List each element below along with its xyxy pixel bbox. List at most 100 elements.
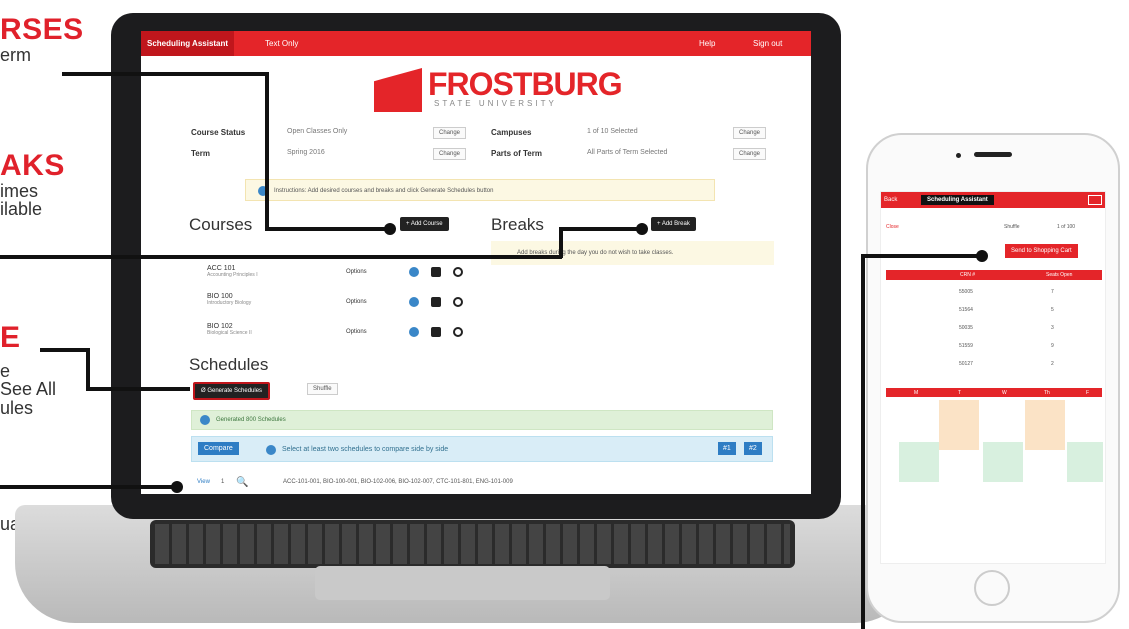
menu-icon[interactable] xyxy=(1088,195,1102,205)
remove-icon[interactable] xyxy=(453,327,463,337)
callout-dot xyxy=(384,223,396,235)
app-title[interactable]: Scheduling Assistant xyxy=(141,31,235,56)
callout-line xyxy=(0,255,562,259)
course-code: BIO 102 xyxy=(207,323,233,330)
schedule-2-button[interactable]: #2 xyxy=(744,442,762,455)
course-code: BIO 100 xyxy=(207,293,233,300)
crn-cell: 51559 xyxy=(959,343,973,349)
options-button[interactable]: Options xyxy=(346,299,367,305)
sign-out-link[interactable]: Sign out xyxy=(753,39,782,48)
lock-icon[interactable] xyxy=(431,297,441,307)
course-row[interactable]: ACC 101 Accounting Principles I xyxy=(207,265,258,278)
callout-dot xyxy=(636,223,648,235)
seats-cell: 2 xyxy=(1051,361,1054,367)
term-value: Spring 2016 xyxy=(287,149,325,156)
phone-home-button[interactable] xyxy=(974,570,1010,606)
seats-cell: 7 xyxy=(1051,289,1054,295)
options-button[interactable]: Options xyxy=(346,329,367,335)
promo-generate-text-3: ules xyxy=(0,398,34,419)
day-header: W xyxy=(1002,390,1007,396)
send-to-cart-button[interactable]: Send to Shopping Cart xyxy=(1005,244,1078,258)
schedules-title: Schedules xyxy=(189,355,269,374)
callout-line xyxy=(559,227,563,258)
course-row[interactable]: BIO 100 Introductory Biology xyxy=(207,293,251,306)
view-link[interactable]: View xyxy=(197,479,210,485)
phone-speaker xyxy=(974,152,1012,157)
class-block[interactable] xyxy=(983,442,1023,482)
generated-text: Generated 800 Schedules xyxy=(216,417,286,423)
laptop-trackpad xyxy=(315,566,610,600)
class-block[interactable] xyxy=(939,400,979,450)
options-button[interactable]: Options xyxy=(346,269,367,275)
crn-cell: 50035 xyxy=(959,325,973,331)
crn-cell: 50127 xyxy=(959,361,973,367)
lock-icon[interactable] xyxy=(431,267,441,277)
compare-button[interactable]: Compare xyxy=(198,442,239,455)
course-status-change-button[interactable]: Change xyxy=(433,127,467,139)
course-status-value: Open Classes Only xyxy=(287,128,348,135)
campuses-change-button[interactable]: Change xyxy=(733,127,767,139)
callout-line xyxy=(86,348,90,390)
class-block[interactable] xyxy=(1067,442,1103,482)
phone-shuffle-link[interactable]: Shuffle xyxy=(1004,224,1019,230)
text-only-link[interactable]: Text Only xyxy=(265,39,298,48)
generated-banner: Generated 800 Schedules xyxy=(191,410,773,430)
app-topbar: Scheduling Assistant Text Only Help Sign… xyxy=(141,31,811,56)
info-icon[interactable] xyxy=(409,297,419,307)
promo-generate-text-1: e xyxy=(0,360,11,381)
callout-line xyxy=(0,485,175,489)
seats-header: Seats Open xyxy=(1046,272,1073,278)
course-code: ACC 101 xyxy=(207,265,236,272)
callout-line xyxy=(86,387,190,391)
promo-breaks-text-1: imes xyxy=(0,180,39,201)
add-break-button[interactable]: + Add Break xyxy=(651,217,696,231)
course-status-label: Course Status xyxy=(191,128,246,137)
schedule-crn-list: ACC-101-001, BIO-100-001, BIO-102-006, B… xyxy=(283,479,513,485)
laptop-screen: Scheduling Assistant Text Only Help Sign… xyxy=(141,31,811,494)
parts-of-term-label: Parts of Term xyxy=(491,149,542,158)
promo-courses-heading: RSES xyxy=(0,13,84,46)
shuffle-button[interactable]: Shuffle xyxy=(307,383,338,395)
day-header: F xyxy=(1086,390,1090,396)
compare-hint: Select at least two schedules to compare… xyxy=(282,446,449,453)
day-header: M xyxy=(914,390,919,396)
remove-icon[interactable] xyxy=(453,267,463,277)
callout-line xyxy=(265,227,387,231)
phone-back-link[interactable]: Back xyxy=(884,197,897,203)
phone-camera xyxy=(956,153,961,158)
term-change-button[interactable]: Change xyxy=(433,148,467,160)
crn-cell: 51564 xyxy=(959,307,973,313)
generate-schedules-button[interactable]: Ø Generate Schedules xyxy=(193,382,271,400)
info-icon[interactable] xyxy=(409,327,419,337)
info-icon[interactable] xyxy=(409,267,419,277)
class-block[interactable] xyxy=(1025,400,1065,450)
callout-line xyxy=(40,348,90,352)
term-label: Term xyxy=(191,149,210,158)
view-number: 1 xyxy=(221,479,225,485)
zoom-icon[interactable]: 🔍 xyxy=(236,477,248,488)
promo-generate-text-2: See All xyxy=(0,379,57,400)
course-row[interactable]: BIO 102 Biological Science II xyxy=(207,323,252,336)
promo-generate: E e See All ules xyxy=(0,322,56,418)
schedule-1-button[interactable]: #1 xyxy=(718,442,736,455)
course-name: Introductory Biology xyxy=(207,300,252,306)
promo-courses: RSES erm xyxy=(0,14,84,64)
phone-close-link[interactable]: Close xyxy=(886,224,899,230)
callout-line xyxy=(265,72,269,229)
remove-icon[interactable] xyxy=(453,297,463,307)
parts-of-term-change-button[interactable]: Change xyxy=(733,148,767,160)
promo-breaks-text-2: ilable xyxy=(0,199,43,220)
phone-screen: Back Scheduling Assistant Close Shuffle … xyxy=(880,191,1106,564)
crn-table-header: CRN # Seats Open xyxy=(886,270,1102,280)
week-header: M T W Th F xyxy=(886,388,1102,397)
courses-title: Courses xyxy=(189,215,253,234)
lock-icon[interactable] xyxy=(431,327,441,337)
instructions-banner: Instructions: Add desired courses and br… xyxy=(245,179,715,201)
add-course-button[interactable]: + Add Course xyxy=(400,217,449,231)
help-link[interactable]: Help xyxy=(699,39,715,48)
phone-topbar: Back Scheduling Assistant xyxy=(881,192,1105,208)
logo-subtitle: STATE UNIVERSITY xyxy=(434,99,557,108)
class-block[interactable] xyxy=(899,442,939,482)
day-header: T xyxy=(958,390,962,396)
parts-of-term-value: All Parts of Term Selected xyxy=(587,149,668,156)
